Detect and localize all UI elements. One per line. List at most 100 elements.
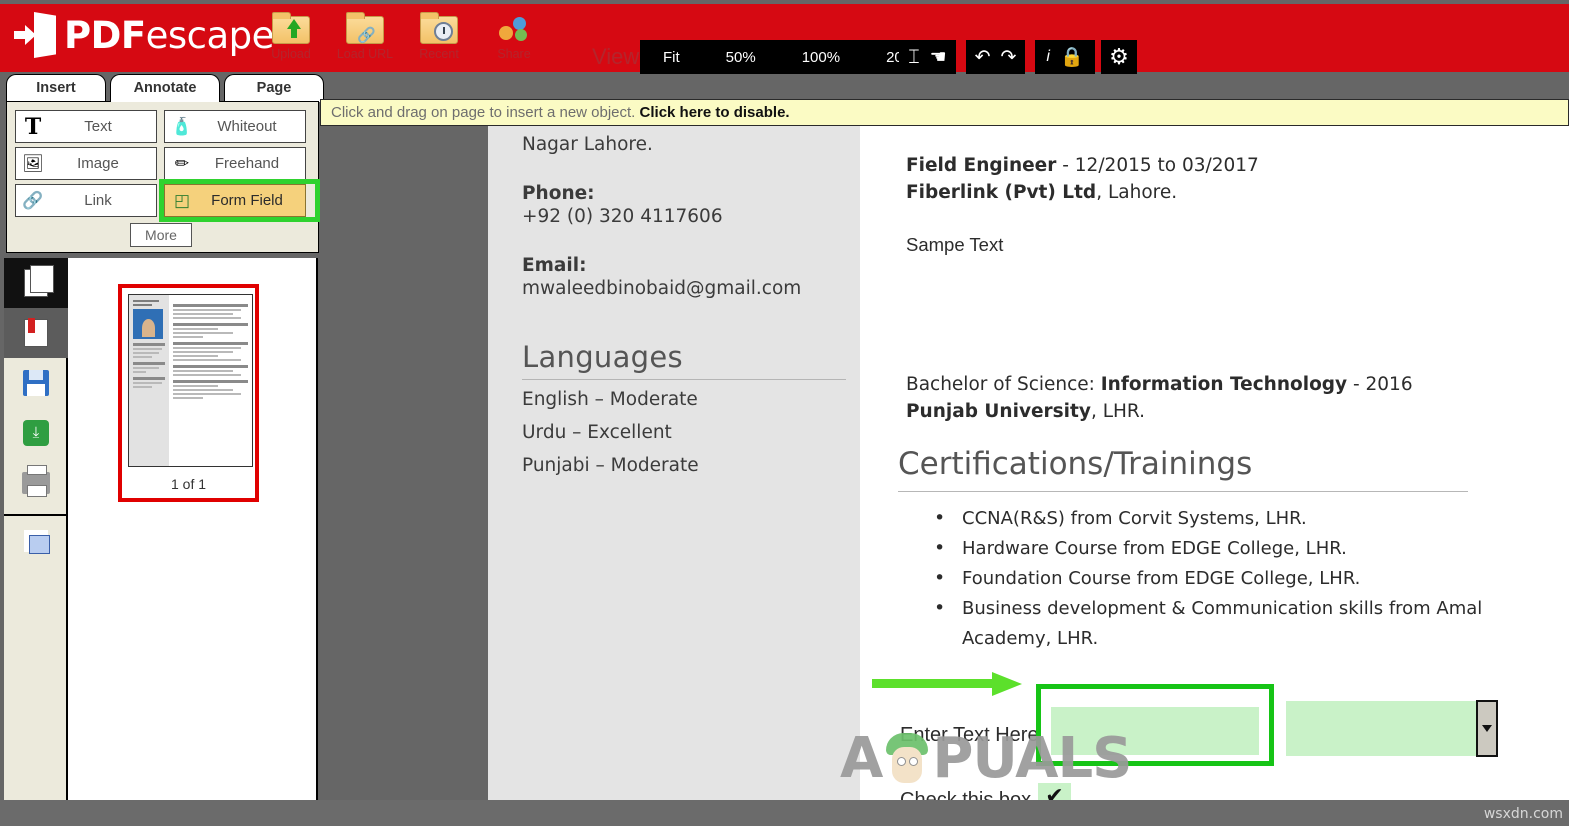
- certifications-list: CCNA(R&S) from Corvit Systems, LHR. Hard…: [926, 503, 1526, 654]
- resume-sidebar: Nagar Lahore. Phone: +92 (0) 320 4117606…: [488, 126, 860, 826]
- dropdown-form-field[interactable]: [1286, 700, 1498, 757]
- document-tools-group: i 🔒: [1035, 40, 1095, 74]
- corner-watermark: wsxdn.com: [1483, 806, 1563, 822]
- list-item: Business development & Communication ski…: [926, 593, 1526, 654]
- lock-icon[interactable]: 🔒: [1060, 48, 1084, 67]
- text-T-icon: T: [24, 113, 42, 140]
- top-toolbar: PDFescape Upload 🔗 Load URL Recent Share: [0, 4, 1569, 74]
- form-field-icon: ◰: [173, 190, 191, 210]
- language-item: Urdu – Excellent: [522, 422, 672, 443]
- pdf-page[interactable]: Nagar Lahore. Phone: +92 (0) 320 4117606…: [488, 126, 1569, 826]
- certifications-title: Certifications/Trainings: [898, 446, 1253, 482]
- annotate-form-field-button[interactable]: ◰ Form Field: [164, 184, 306, 217]
- thumbnail-preview: [128, 294, 253, 467]
- languages-title: Languages: [522, 340, 683, 374]
- recent-folder-icon: [418, 12, 460, 46]
- annotate-text-button[interactable]: T Text: [15, 110, 157, 143]
- upload-folder-icon: [270, 12, 312, 46]
- undo-icon[interactable]: ↶: [975, 48, 991, 67]
- watermark-brand: PUALS: [932, 726, 1132, 791]
- annotate-image-button[interactable]: 🖼 Image: [15, 147, 157, 180]
- zoom-fit-button[interactable]: Fit: [640, 49, 703, 66]
- document-viewport[interactable]: Nagar Lahore. Phone: +92 (0) 320 4117606…: [320, 126, 1569, 826]
- recent-label: Recent: [419, 47, 459, 61]
- company-city: , Lahore.: [1096, 182, 1178, 203]
- watermark-letter-a: A: [840, 726, 883, 791]
- print-icon[interactable]: [4, 458, 68, 508]
- settings-group: ⚙: [1101, 40, 1137, 74]
- left-icon-rail: ⤓: [4, 258, 68, 822]
- annotate-whiteout-button[interactable]: 🧴 Whiteout: [164, 110, 306, 143]
- list-item: CCNA(R&S) from Corvit Systems, LHR.: [926, 503, 1526, 534]
- share-label: Share: [497, 47, 531, 61]
- list-item: Foundation Course from EDGE College, LHR…: [926, 563, 1526, 594]
- language-item: Punjabi – Moderate: [522, 455, 699, 476]
- upload-label: Upload: [271, 47, 311, 61]
- link-globe-icon: 🔗: [22, 190, 44, 210]
- selection-tools-group: ⌶ ☚: [899, 40, 956, 74]
- company-name: Fiberlink (Pvt) Ltd: [906, 182, 1097, 203]
- upload-button[interactable]: Upload: [253, 12, 329, 61]
- info-icon[interactable]: i: [1046, 49, 1050, 65]
- pages-icon[interactable]: [4, 258, 68, 308]
- annotate-form-field-label: Form Field: [211, 192, 283, 209]
- form-properties-icon[interactable]: [4, 516, 68, 566]
- tab-page[interactable]: Page: [224, 74, 324, 102]
- image-add-icon: 🖼: [22, 153, 44, 173]
- app-logo[interactable]: PDFescape: [14, 12, 274, 58]
- job-title: Field Engineer: [906, 155, 1057, 176]
- sample-text-object[interactable]: Sampe Text: [906, 234, 1547, 256]
- university-name: Punjab University: [906, 401, 1091, 422]
- view-label: View: [592, 44, 640, 69]
- chevron-down-icon[interactable]: [1476, 700, 1498, 757]
- notice-disable-link[interactable]: Click here to disable.: [640, 104, 790, 121]
- annotate-whiteout-label: Whiteout: [217, 118, 277, 135]
- download-icon[interactable]: ⤓: [4, 408, 68, 458]
- appuals-watermark: A PUALS: [840, 726, 1133, 791]
- more-button[interactable]: More: [130, 223, 192, 247]
- redo-icon[interactable]: ↷: [1001, 48, 1017, 67]
- save-icon[interactable]: [4, 358, 68, 408]
- email-value: mwaleedbinobaid@gmail.com: [522, 278, 802, 299]
- education-block: Bachelor of Science: Information Technol…: [906, 371, 1546, 425]
- language-item: English – Moderate: [522, 389, 698, 410]
- whiteout-paint-icon: 🧴: [171, 116, 193, 136]
- load-url-label: Load URL: [336, 47, 394, 61]
- bookmarks-icon[interactable]: [4, 308, 68, 358]
- load-url-button[interactable]: 🔗 Load URL: [327, 12, 403, 61]
- history-tools-group: ↶ ↷: [966, 40, 1025, 74]
- annotate-link-button[interactable]: 🔗 Link: [15, 184, 157, 217]
- annotate-text-label: Text: [84, 118, 112, 135]
- languages-rule: [522, 379, 846, 380]
- annotate-freehand-label: Freehand: [214, 155, 280, 172]
- hand-pan-icon[interactable]: ☚: [930, 48, 947, 67]
- tab-insert[interactable]: Insert: [6, 74, 106, 102]
- pencil-icon: ✏: [174, 153, 190, 173]
- annotation-arrow-to-text-field: [872, 672, 1022, 696]
- tab-annotate[interactable]: Annotate: [110, 74, 220, 102]
- share-button[interactable]: Share: [476, 12, 552, 61]
- job-dates: - 12/2015 to 03/2017: [1056, 155, 1259, 176]
- bottom-strip: [0, 800, 1569, 826]
- phone-label: Phone:: [522, 183, 595, 204]
- resume-main: Field Engineer - 12/2015 to 03/2017 Fibe…: [860, 126, 1569, 826]
- brand-pdf: PDF: [64, 13, 146, 57]
- degree-prefix: Bachelor of Science:: [906, 374, 1101, 395]
- list-item: Hardware Course from EDGE College, LHR.: [926, 533, 1526, 564]
- zoom-100-button[interactable]: 100%: [779, 49, 863, 66]
- settings-gear-icon[interactable]: ⚙: [1109, 46, 1129, 68]
- degree-major: Information Technology: [1100, 374, 1348, 395]
- annotate-freehand-button[interactable]: ✏ Freehand: [164, 147, 306, 180]
- annotate-link-label: Link: [84, 192, 112, 209]
- share-people-icon: [493, 12, 535, 46]
- email-label: Email:: [522, 255, 587, 276]
- degree-year: - 2016: [1347, 374, 1413, 395]
- university-city: , LHR.: [1090, 401, 1145, 422]
- annotate-image-label: Image: [77, 155, 119, 172]
- zoom-50-button[interactable]: 50%: [703, 49, 779, 66]
- recent-button[interactable]: Recent: [401, 12, 477, 61]
- notice-bar[interactable]: Click and drag on page to insert a new o…: [320, 99, 1569, 126]
- text-cursor-icon[interactable]: ⌶: [908, 48, 919, 67]
- page-thumbnail-1[interactable]: 1 of 1: [118, 284, 259, 502]
- certifications-rule: [898, 491, 1468, 492]
